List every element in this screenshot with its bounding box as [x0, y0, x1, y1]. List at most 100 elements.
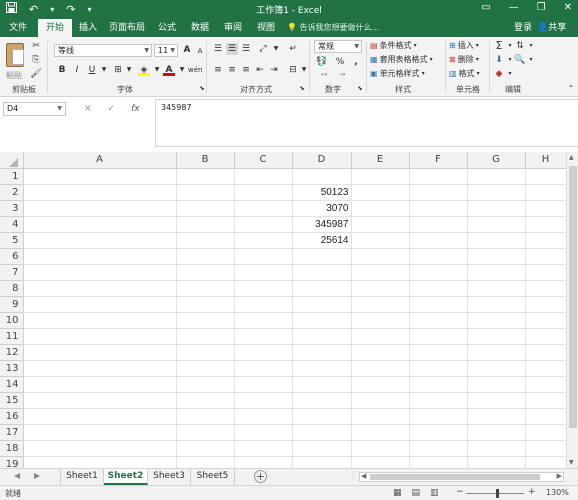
cell[interactable]: [234, 344, 293, 361]
enter-icon[interactable]: ✓: [108, 102, 116, 116]
sheet-tab-sheet3[interactable]: Sheet3: [148, 469, 191, 485]
share-button[interactable]: 👤共享: [537, 19, 566, 37]
next-sheet-icon[interactable]: ▶: [34, 471, 40, 480]
cancel-icon[interactable]: ✕: [84, 102, 92, 116]
column-header[interactable]: E: [351, 152, 410, 169]
tab-page-layout[interactable]: 页面布局: [107, 19, 147, 37]
sheet-tab-sheet2[interactable]: Sheet2: [104, 469, 148, 485]
cell[interactable]: [23, 280, 177, 297]
cell[interactable]: [409, 424, 468, 441]
scroll-down-icon[interactable]: ▼: [569, 459, 574, 466]
cell[interactable]: [176, 360, 235, 377]
cell[interactable]: [467, 200, 526, 217]
insert-cells-button[interactable]: ⊞ 插入 ▾: [449, 40, 479, 51]
cell[interactable]: [176, 200, 235, 217]
cell[interactable]: [234, 296, 293, 313]
cell[interactable]: [467, 280, 526, 297]
cell[interactable]: [176, 376, 235, 393]
cell[interactable]: [176, 264, 235, 281]
cell[interactable]: [467, 232, 526, 249]
orientation-dropdown-icon[interactable]: ▼: [270, 43, 282, 55]
cell[interactable]: [467, 312, 526, 329]
align-middle-icon[interactable]: ☰: [226, 43, 238, 55]
cell[interactable]: [234, 424, 293, 441]
number-dialog-launcher-icon[interactable]: ⬊: [354, 83, 366, 95]
underline-dropdown-icon[interactable]: ▼: [98, 64, 110, 76]
cell[interactable]: [234, 280, 293, 297]
cell[interactable]: [176, 456, 235, 468]
percent-style-button[interactable]: %: [334, 56, 346, 68]
increase-indent-icon[interactable]: ⇥: [268, 64, 280, 76]
format-painter-icon[interactable]: 🖌: [30, 68, 42, 80]
cell[interactable]: [525, 200, 567, 217]
cell[interactable]: [351, 200, 410, 217]
cell[interactable]: [409, 248, 468, 265]
normal-view-icon[interactable]: ▦: [393, 488, 402, 498]
column-header[interactable]: G: [467, 152, 526, 169]
select-all-corner[interactable]: [0, 152, 24, 169]
accounting-format-icon[interactable]: 💱: [316, 56, 328, 68]
shrink-font-icon[interactable]: A: [194, 45, 206, 57]
sheet-tab-sheet5[interactable]: Sheet5: [191, 469, 235, 485]
cell[interactable]: [23, 440, 177, 457]
cell[interactable]: [23, 264, 177, 281]
borders-dropdown-icon[interactable]: ▼: [123, 64, 135, 76]
cell[interactable]: [176, 392, 235, 409]
cell[interactable]: [176, 424, 235, 441]
tell-me-search[interactable]: 💡 告诉我您想要做什么...: [287, 19, 379, 37]
cell[interactable]: [351, 168, 410, 185]
cell[interactable]: [234, 248, 293, 265]
cell[interactable]: [467, 440, 526, 457]
cell[interactable]: [409, 328, 468, 345]
cell[interactable]: [525, 424, 567, 441]
formula-input[interactable]: 345987: [155, 99, 578, 147]
paste-button[interactable]: 粘贴: [6, 70, 22, 81]
row-header[interactable]: 8: [0, 280, 24, 297]
cell[interactable]: [467, 168, 526, 185]
cell[interactable]: [467, 424, 526, 441]
cell[interactable]: [525, 376, 567, 393]
align-left-icon[interactable]: ≡: [212, 64, 224, 76]
cell-d5[interactable]: 25614: [292, 232, 352, 249]
column-header[interactable]: B: [176, 152, 235, 169]
cell[interactable]: [409, 296, 468, 313]
cell[interactable]: [176, 312, 235, 329]
name-box[interactable]: D4 ▼: [3, 102, 66, 116]
paste-icon[interactable]: [6, 43, 24, 67]
cell[interactable]: [176, 168, 235, 185]
cell[interactable]: [525, 408, 567, 425]
cell[interactable]: [467, 408, 526, 425]
cell[interactable]: [525, 264, 567, 281]
row-header[interactable]: 3: [0, 200, 24, 217]
cell[interactable]: [351, 264, 410, 281]
row-header[interactable]: 2: [0, 184, 24, 201]
phonetic-icon[interactable]: wén: [188, 64, 202, 76]
cell[interactable]: [23, 456, 177, 468]
bold-button[interactable]: B: [56, 64, 68, 76]
cell[interactable]: [23, 184, 177, 201]
orientation-icon[interactable]: ⤢: [257, 43, 269, 55]
column-header[interactable]: H: [525, 152, 567, 169]
cell[interactable]: [409, 168, 468, 185]
scroll-left-icon[interactable]: ◀: [361, 472, 366, 480]
cell[interactable]: [525, 232, 567, 249]
cell[interactable]: [234, 360, 293, 377]
row-header[interactable]: 12: [0, 344, 24, 361]
cell[interactable]: [351, 424, 410, 441]
cell[interactable]: [409, 376, 468, 393]
cell[interactable]: [176, 328, 235, 345]
cell[interactable]: [234, 456, 293, 468]
cell[interactable]: [525, 392, 567, 409]
cell[interactable]: [23, 296, 177, 313]
decrease-indent-icon[interactable]: ⇤: [254, 64, 266, 76]
column-header[interactable]: F: [409, 152, 468, 169]
alignment-dialog-launcher-icon[interactable]: ⬊: [296, 83, 308, 95]
cell-d4[interactable]: 345987: [292, 216, 352, 233]
cell[interactable]: [351, 408, 410, 425]
wrap-text-icon[interactable]: ↵: [287, 43, 299, 55]
cell[interactable]: [467, 456, 526, 468]
cell[interactable]: [525, 184, 567, 201]
cell-d3[interactable]: 3070: [292, 200, 352, 217]
row-header[interactable]: 15: [0, 392, 24, 409]
minimize-icon[interactable]: —: [509, 2, 519, 13]
